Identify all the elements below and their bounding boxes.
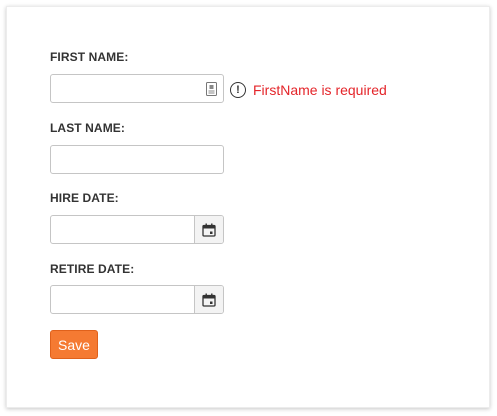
first-name-error: ! FirstName is required [230,81,387,99]
calendar-icon [202,223,216,237]
hire-date-label: HIRE DATE: [50,191,119,205]
hire-date-picker[interactable] [50,215,224,244]
hire-date-calendar-button[interactable] [194,216,223,243]
last-name-label: LAST NAME: [50,121,125,135]
first-name-label: FIRST NAME: [50,50,129,64]
last-name-field[interactable] [50,145,224,174]
hire-date-input[interactable] [51,216,196,243]
first-name-input[interactable] [51,75,223,102]
form-panel: FIRST NAME: ! FirstName is required LAST… [6,6,490,408]
first-name-error-text: FirstName is required [253,82,387,98]
retire-date-picker[interactable] [50,285,224,314]
exclamation-icon: ! [230,82,246,98]
first-name-field[interactable] [50,74,224,103]
calendar-icon [202,293,216,307]
last-name-input[interactable] [51,146,223,173]
retire-date-input[interactable] [51,286,196,313]
save-button[interactable]: Save [50,330,98,359]
retire-date-calendar-button[interactable] [194,286,223,313]
retire-date-label: RETIRE DATE: [50,262,135,276]
contact-card-icon [206,82,217,96]
